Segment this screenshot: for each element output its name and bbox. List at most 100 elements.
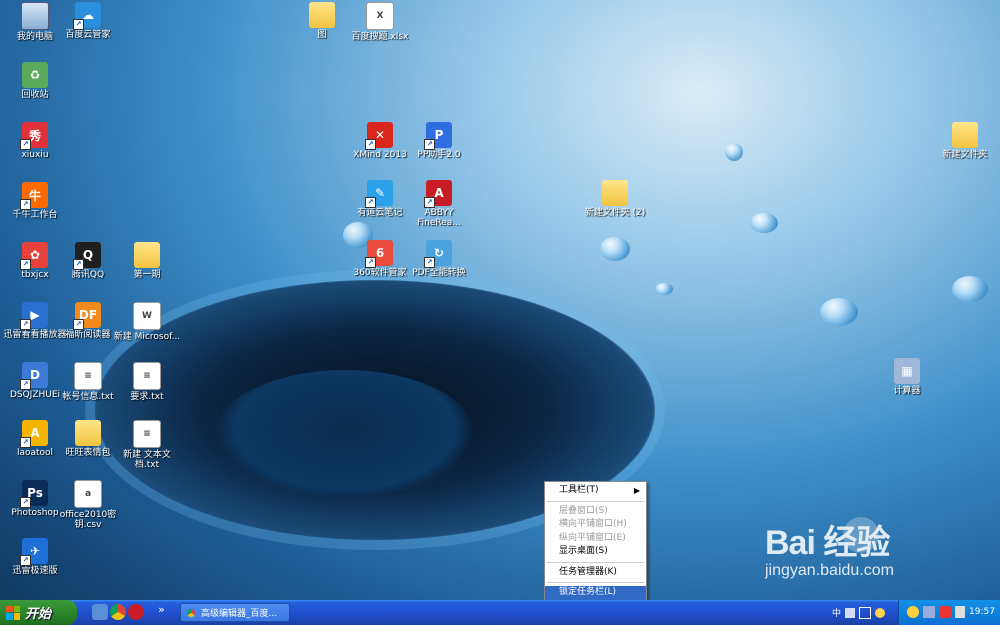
abbyy-icon: A ↗ (424, 180, 452, 208)
360-manager-icon: 6 ↗ (365, 240, 393, 268)
word-doc-icon: W (133, 302, 161, 330)
desktop-icon-label: 回收站 (21, 90, 49, 100)
shortcut-arrow-icon: ↗ (73, 259, 84, 270)
folder-icon (134, 242, 160, 268)
xmind-icon: ✕ ↗ (365, 122, 393, 150)
menu-item: 横向平铺窗口(H) (545, 518, 646, 532)
shortcut-arrow-icon: ↗ (20, 319, 31, 330)
show-desktop-icon[interactable] (92, 604, 108, 620)
desktop-icon[interactable]: 新建文件夹 (930, 122, 1000, 160)
xiuxiu-icon: 秀 ↗ (20, 122, 48, 150)
language-indicator[interactable]: 中 (832, 606, 841, 619)
menu-item: 层叠窗口(S) (545, 505, 646, 519)
xunlei-kankan-icon: ▶ ↗ (20, 302, 48, 330)
desktop-icon[interactable]: 第一期 (112, 242, 182, 280)
network-icon[interactable] (923, 606, 935, 618)
text-file-icon: ≡ (133, 420, 161, 448)
desktop-icon-label: 百度搜题.xlsx (351, 32, 409, 42)
menu-item-label: 锁定任务栏(L) (559, 587, 617, 597)
folder-icon (952, 122, 978, 148)
desktop-icon[interactable]: ✈ ↗ 迅雷极速版 (0, 538, 70, 576)
calculator-icon: ▦ (894, 358, 920, 384)
watermark-url: jingyan.baidu.com (765, 562, 894, 579)
menu-item-label: 纵向平铺窗口(E) (559, 532, 626, 543)
desktop-icon[interactable]: P ↗ PP助手2.0 (404, 122, 474, 160)
start-button[interactable]: 开始 (0, 600, 77, 625)
menu-separator (547, 500, 644, 502)
help-icon[interactable] (875, 607, 886, 618)
taskbar-window-button[interactable]: 高级编辑器_百度... (180, 603, 290, 622)
laoatool-icon: A ↗ (20, 420, 48, 448)
pp-assistant-icon: P ↗ (424, 122, 452, 150)
desktop-icon[interactable]: ☁ ↗ 百度云管家 (53, 2, 123, 40)
shortcut-arrow-icon: ↗ (20, 139, 31, 150)
desktop-icon-label: PP助手2.0 (417, 150, 461, 160)
dsq-icon: D ↗ (20, 362, 48, 390)
menu-item[interactable]: 工具栏(T) ▶ (545, 484, 646, 498)
desktop-icon[interactable]: 秀 ↗ xiuxiu (0, 122, 70, 160)
menu-item[interactable]: 任务管理器(K) (545, 566, 646, 580)
csv-file-icon: a (74, 480, 102, 508)
photoshop-icon: Ps ↗ (20, 480, 48, 508)
desktop-icon[interactable]: ≡ 要求.txt (112, 362, 182, 402)
shortcut-arrow-icon: ↗ (20, 497, 31, 508)
pdf-converter-icon: ↻ ↗ (424, 240, 452, 268)
volume-icon[interactable] (955, 606, 965, 618)
water-drop (952, 276, 988, 302)
desktop-icon-label: office2010密钥.csv (59, 510, 117, 530)
menu-item-label: 显示桌面(S) (559, 546, 608, 556)
shortcut-arrow-icon: ↗ (73, 19, 84, 30)
quicklaunch-overflow-icon[interactable]: » (158, 603, 165, 616)
xunlei-icon: ✈ ↗ (20, 538, 48, 566)
shortcut-arrow-icon: ↗ (365, 197, 376, 208)
youdao-note-icon: ✎ ↗ (365, 180, 393, 208)
menu-item[interactable]: 显示桌面(S) (545, 545, 646, 559)
desktop-icon[interactable]: ↻ ↗ PDF全能转换 (404, 240, 474, 278)
desktop-icon[interactable]: 新建文件夹 (2) (580, 180, 650, 218)
taskbar: 开始 » 高级编辑器_百度... 中 19:57 (0, 600, 1000, 625)
ime-settings-icon[interactable] (859, 606, 872, 619)
water-drop (750, 213, 778, 233)
chrome-icon (185, 606, 197, 619)
shortcut-arrow-icon: ↗ (20, 259, 31, 270)
desktop-icon[interactable]: 牛 ↗ 千牛工作台 (0, 182, 70, 220)
folder-icon (602, 180, 628, 206)
desktop-icon[interactable]: W 新建 Microsof... (112, 302, 182, 342)
abbyy-quicklaunch-icon[interactable] (128, 604, 144, 620)
qq-tray-icon[interactable] (907, 606, 919, 618)
shortcut-arrow-icon: ↗ (365, 139, 376, 150)
desktop-icon-label: 新建文件夹 (2) (584, 208, 646, 218)
desktop-icon-label: 百度云管家 (65, 30, 111, 40)
water-drop (600, 237, 630, 261)
shortcut-arrow-icon: ↗ (20, 555, 31, 566)
chrome-icon[interactable] (110, 604, 126, 620)
menu-item-label: 横向平铺窗口(H) (559, 519, 627, 529)
my-computer-icon (21, 2, 49, 30)
ime-icon[interactable] (845, 607, 856, 618)
desktop-icon-label: xiuxiu (21, 150, 49, 160)
text-file-icon: ≡ (74, 362, 102, 390)
desktop-icon[interactable]: ▦ 计算器 (872, 358, 942, 396)
qianniu-icon: 牛 ↗ (20, 182, 48, 210)
menu-item-label: 层叠窗口(S) (559, 505, 608, 516)
desktop-icon[interactable]: A ↗ ABBYY FineRea... (404, 180, 474, 228)
water-splash-center (215, 370, 475, 500)
desktop-icon[interactable]: ♻ 回收站 (0, 62, 70, 100)
menu-item[interactable]: 锁定任务栏(L) (545, 586, 646, 600)
shortcut-arrow-icon: ↗ (424, 197, 435, 208)
clock[interactable]: 19:57 (969, 607, 995, 617)
menu-separator (547, 582, 644, 583)
desktop-icon[interactable]: ≡ 新建 文本文档.txt (112, 420, 182, 470)
text-file-icon: ≡ (133, 362, 161, 390)
taskbar-window-label: 高级编辑器_百度... (201, 609, 278, 619)
desktop-icon[interactable]: X 百度搜题.xlsx (345, 2, 415, 42)
security-tray-icon[interactable] (939, 606, 951, 618)
desktop-icon[interactable]: a office2010密钥.csv (53, 480, 123, 530)
water-drop (820, 298, 858, 326)
desktop-icon-label: 第一期 (133, 270, 161, 280)
water-drop (655, 283, 673, 295)
language-bar[interactable]: 中 (832, 604, 896, 621)
desktop-icon-label: 新建 Microsof... (113, 332, 181, 342)
water-drop (725, 143, 743, 161)
folder-icon (75, 420, 101, 446)
